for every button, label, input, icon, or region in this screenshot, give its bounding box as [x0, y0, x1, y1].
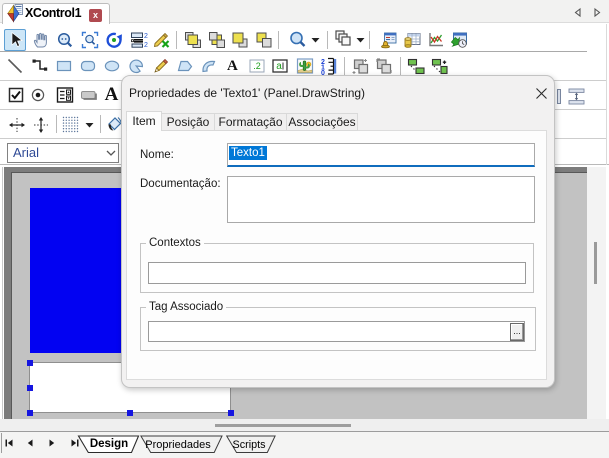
svg-text:.2: .2 [253, 61, 261, 71]
svg-text:2: 2 [144, 42, 148, 49]
svg-text:a: a [276, 61, 282, 72]
svg-text:2: 2 [144, 33, 148, 40]
